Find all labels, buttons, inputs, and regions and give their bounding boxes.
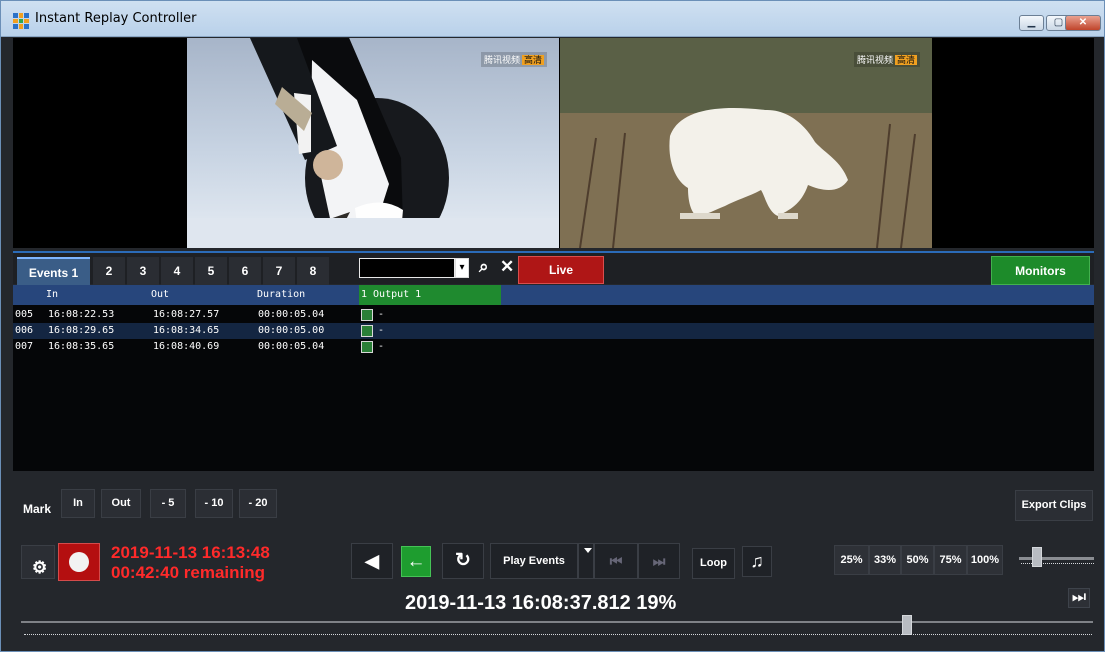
close-icon: ✕	[1078, 17, 1088, 28]
controls-panel: Mark In Out - 5 - 10 - 20 Export Clips ⚙…	[13, 471, 1094, 647]
penguin-image	[187, 38, 559, 248]
events-tab-bar: Events 1 2 3 4 5 6 7 8 ▾ ⌕ ✕ Live Monito…	[13, 251, 1094, 285]
tab-8[interactable]: 8	[297, 257, 329, 285]
timeline-ticks	[24, 634, 1092, 635]
events-header: In Out Duration 1 Output 1	[13, 285, 1094, 305]
events-table: In Out Duration 1 Output 1 005 16:08:22.…	[13, 285, 1094, 471]
minimize-button[interactable]: ▁	[1019, 15, 1044, 31]
polar-bear-image	[560, 38, 932, 248]
left-video-pane: 腾讯视频 高清	[187, 38, 559, 248]
restore-icon: ▢	[1053, 17, 1064, 28]
speed-75-button[interactable]: 75%	[934, 545, 967, 575]
audio-button[interactable]: ♫	[742, 546, 772, 577]
output-toggle[interactable]	[361, 325, 373, 337]
mark-label: Mark	[23, 502, 52, 516]
clear-search-button[interactable]: ✕	[500, 257, 514, 277]
header-duration: Duration	[257, 289, 306, 300]
speed-100-button[interactable]: 100%	[967, 545, 1003, 575]
app-window: Instant Replay Controller ▁ ▢ ✕ 腾讯视频高清	[0, 0, 1105, 652]
speed-50-button[interactable]: 50%	[901, 545, 934, 575]
timeline-knob[interactable]	[902, 615, 913, 635]
export-clips-button[interactable]: Export Clips	[1015, 490, 1093, 521]
back-button[interactable]: ←	[401, 546, 431, 577]
loop-button[interactable]: Loop	[692, 548, 735, 579]
arrow-left-icon: ←	[406, 551, 426, 572]
speed-slider-track[interactable]	[1019, 557, 1094, 560]
chevron-down-icon	[584, 547, 592, 553]
table-row[interactable]: 005 16:08:22.53 16:08:27.57 00:00:05.04 …	[13, 307, 1094, 323]
replay-button[interactable]: ↻	[442, 543, 484, 579]
skip-back-icon: ⏮	[609, 553, 623, 569]
header-out: Out	[151, 289, 170, 300]
table-row[interactable]: 006 16:08:29.65 16:08:34.65 00:00:05.00 …	[13, 323, 1094, 339]
speed-slider-knob[interactable]	[1032, 547, 1042, 567]
speed-25-button[interactable]: 25%	[834, 545, 869, 575]
minimize-icon: ▁	[1027, 17, 1036, 28]
timeline-track[interactable]	[21, 621, 1093, 623]
tab-5[interactable]: 5	[195, 257, 227, 285]
skip-back-button[interactable]: ⏮	[594, 543, 638, 579]
play-events-button[interactable]: Play Events	[490, 543, 578, 579]
tab-4[interactable]: 4	[161, 257, 193, 285]
settings-button[interactable]: ⚙	[21, 545, 55, 579]
tab-2[interactable]: 2	[93, 257, 125, 285]
output-toggle[interactable]	[361, 341, 373, 353]
skip-forward-icon: ⏭	[652, 553, 666, 569]
header-in: In	[46, 289, 59, 300]
recording-remaining: 00:42:40 remaining	[111, 563, 266, 582]
mark-in-button[interactable]: In	[61, 489, 95, 518]
video-monitor-area: 腾讯视频 高清 腾讯视频 高清	[13, 38, 1094, 248]
table-row[interactable]: 007 16:08:35.65 16:08:40.69 00:00:05.04 …	[13, 339, 1094, 355]
tab-6[interactable]: 6	[229, 257, 261, 285]
minus-5-button[interactable]: - 5	[150, 489, 186, 518]
right-watermark: 腾讯视频 高清	[853, 52, 920, 67]
search-input[interactable]	[359, 258, 455, 278]
current-position-readout: 2019-11-13 16:08:37.812 19%	[405, 592, 677, 614]
record-icon	[69, 552, 89, 572]
output-toggle[interactable]	[361, 309, 373, 321]
tab-events-1[interactable]: Events 1	[17, 257, 90, 285]
title-bar: Instant Replay Controller ▁ ▢ ✕	[1, 1, 1104, 37]
header-output-label: 1 Output 1	[361, 289, 422, 300]
minus-20-button[interactable]: - 20	[239, 489, 277, 518]
live-button[interactable]: Live	[518, 256, 604, 284]
search-button[interactable]: ⌕	[479, 257, 489, 277]
tab-3[interactable]: 3	[127, 257, 159, 285]
music-note-icon: ♫	[750, 551, 764, 571]
close-icon: ✕	[500, 257, 515, 276]
search-icon: ⌕	[479, 257, 489, 276]
app-icon	[13, 13, 29, 29]
recording-datetime: 2019-11-13 16:13:48	[111, 543, 270, 562]
gear-icon: ⚙	[32, 558, 48, 577]
minus-10-button[interactable]: - 10	[195, 489, 233, 518]
play-events-dropdown[interactable]	[578, 543, 594, 579]
skip-to-end-button[interactable]: ⏭	[1068, 588, 1090, 608]
tab-7[interactable]: 7	[263, 257, 295, 285]
speed-33-button[interactable]: 33%	[869, 545, 901, 575]
replay-icon: ↻	[455, 550, 471, 571]
skip-end-icon: ⏭	[1071, 589, 1087, 606]
search-dropdown[interactable]: ▾	[455, 258, 469, 278]
right-video-pane: 腾讯视频 高清	[560, 38, 932, 248]
previous-button[interactable]: ◀	[351, 543, 393, 579]
close-button[interactable]: ✕	[1065, 15, 1101, 31]
window-title: Instant Replay Controller	[35, 11, 197, 26]
monitors-button[interactable]: Monitors	[991, 256, 1090, 285]
mark-out-button[interactable]: Out	[101, 489, 141, 518]
left-watermark: 腾讯视频 高清	[480, 52, 547, 67]
skip-forward-button[interactable]: ⏭	[638, 543, 680, 579]
record-button[interactable]	[58, 543, 100, 581]
triangle-left-icon: ◀	[365, 551, 379, 571]
